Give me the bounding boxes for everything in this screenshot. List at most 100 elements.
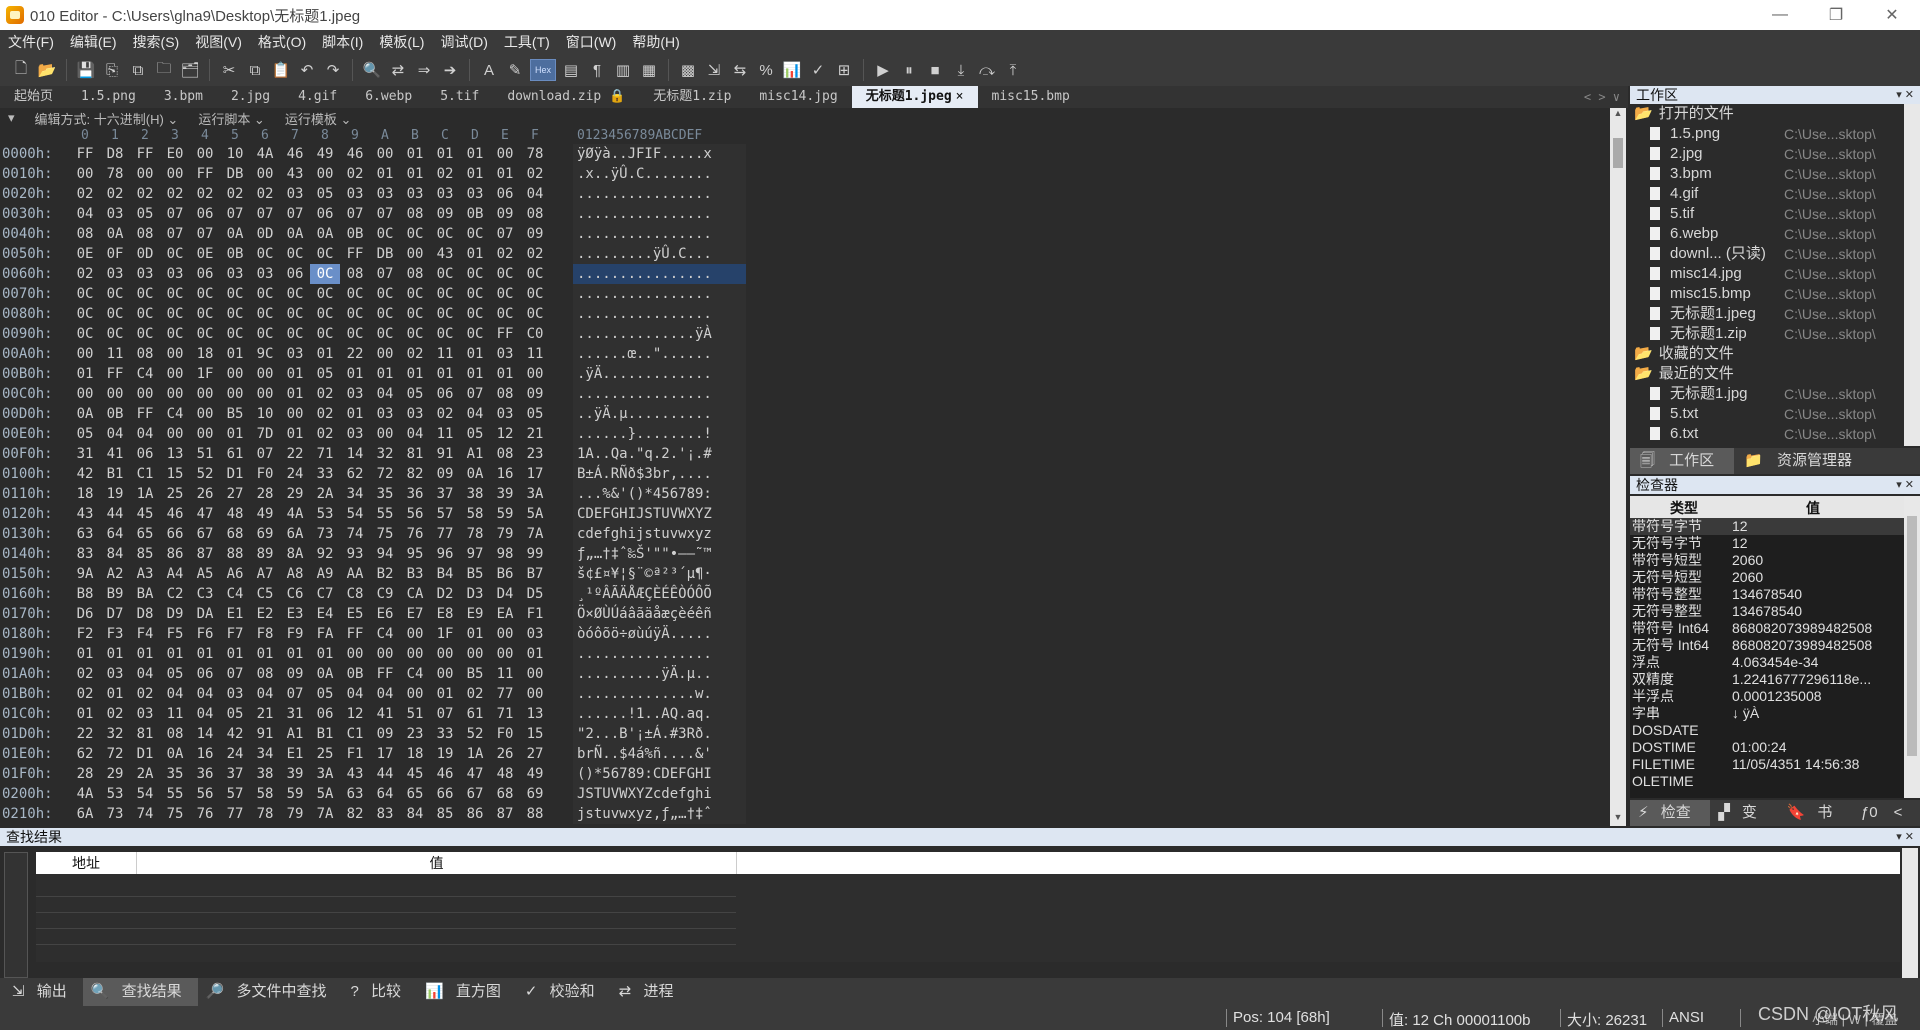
hex-byte[interactable]: 07: [370, 204, 400, 224]
hex-byte[interactable]: 0C: [400, 224, 430, 244]
goto-icon[interactable]: ➔: [439, 59, 461, 81]
hex-byte[interactable]: 87: [190, 544, 220, 564]
hex-byte[interactable]: 64: [370, 784, 400, 804]
hex-byte[interactable]: E4: [310, 604, 340, 624]
hex-byte[interactable]: 03: [520, 624, 550, 644]
hex-byte[interactable]: 10: [250, 404, 280, 424]
hex-byte[interactable]: 67: [190, 524, 220, 544]
hex-byte[interactable]: 61: [220, 444, 250, 464]
hex-byte[interactable]: 0C: [340, 324, 370, 344]
hex-byte[interactable]: 02: [430, 164, 460, 184]
hex-byte[interactable]: 02: [70, 184, 100, 204]
results-col-value[interactable]: 值: [136, 852, 736, 874]
hex-byte[interactable]: 02: [160, 184, 190, 204]
hex-byte[interactable]: 08: [400, 204, 430, 224]
hex-byte[interactable]: 0B: [340, 224, 370, 244]
hex-byte[interactable]: 78: [250, 804, 280, 824]
hex-byte[interactable]: 83: [70, 544, 100, 564]
hex-byte[interactable]: EA: [490, 604, 520, 624]
hex-byte[interactable]: 41: [100, 444, 130, 464]
hex-byte[interactable]: 00: [70, 344, 100, 364]
menu-edit[interactable]: 编辑(E): [70, 32, 117, 52]
hex-byte[interactable]: 01: [370, 364, 400, 384]
menu-window[interactable]: 窗口(W): [566, 32, 617, 52]
hex-byte[interactable]: 79: [490, 524, 520, 544]
tab-find-in-files[interactable]: 🔎 多文件中查找: [198, 978, 343, 1006]
hex-byte[interactable]: A3: [130, 564, 160, 584]
hex-byte[interactable]: 00: [250, 164, 280, 184]
hex-byte[interactable]: 62: [70, 744, 100, 764]
hex-byte[interactable]: FF: [130, 144, 160, 164]
ascii-text[interactable]: ¸¹ºÂÃÄÅÆÇÈÉÊÒÓÔÕ: [573, 584, 746, 604]
hex-byte[interactable]: 04: [130, 664, 160, 684]
hex-byte[interactable]: 49: [250, 504, 280, 524]
hex-row[interactable]: 0040h: 08 0A 08 07 07 0A 0D 0A 0A 0B 0C 0C 0C 0C 07 09..…: [0, 224, 760, 244]
hex-byte[interactable]: 98: [490, 544, 520, 564]
hex-row[interactable]: 00C0h: 00 00 00 00 00 00 00 01 02 03 04 05 06 07 08 09..…: [0, 384, 760, 404]
hex-byte[interactable]: 0C: [460, 224, 490, 244]
hex-byte[interactable]: 08: [250, 664, 280, 684]
hex-byte[interactable]: B9: [100, 584, 130, 604]
minimize-button[interactable]: —: [1752, 0, 1808, 30]
hex-byte[interactable]: 38: [460, 484, 490, 504]
hex-row[interactable]: 0100h: 42 B1 C1 15 52 D1 F0 24 33 62 72 82 09 0A 16 17 B±…: [0, 464, 760, 484]
undo-icon[interactable]: ↶: [296, 59, 318, 81]
hex-byte[interactable]: 01: [280, 364, 310, 384]
hex-byte[interactable]: 01: [400, 364, 430, 384]
hex-row[interactable]: 0150h: 9A A2 A3 A4 A5 A6 A7 A8 A9 AA B2 B3 B4 B5 B6 B7 š¢…: [0, 564, 760, 584]
tab-inspector[interactable]: ⚡ 检查器: [1630, 800, 1711, 847]
hex-byte[interactable]: 07: [160, 224, 190, 244]
hex-byte[interactable]: B4: [430, 564, 460, 584]
inspector-value[interactable]: 134678540: [1732, 586, 1802, 603]
hex-byte[interactable]: 24: [280, 464, 310, 484]
hex-byte[interactable]: 22: [340, 344, 370, 364]
hex-byte[interactable]: 06: [190, 664, 220, 684]
hex-byte[interactable]: 2A: [310, 484, 340, 504]
hex-byte[interactable]: 9A: [70, 564, 100, 584]
hex-byte[interactable]: 02: [520, 244, 550, 264]
hex-row[interactable]: 0190h: 01 01 01 01 01 01 01 01 01 00 00 00 00 00 00 01..…: [0, 644, 760, 664]
hex-byte[interactable]: 0A: [220, 224, 250, 244]
hex-byte[interactable]: 55: [160, 784, 190, 804]
run-icon[interactable]: ▶: [872, 59, 894, 81]
tab-1-5-png[interactable]: 1.5.png: [67, 86, 150, 108]
run-script-dropdown[interactable]: 运行脚本 ⌄: [198, 109, 265, 128]
hex-byte[interactable]: 08: [130, 224, 160, 244]
menu-search[interactable]: 搜索(S): [133, 32, 180, 52]
hex-byte[interactable]: 07: [490, 224, 520, 244]
hex-byte[interactable]: 73: [310, 524, 340, 544]
hex-byte[interactable]: 01: [460, 244, 490, 264]
hex-byte[interactable]: 16: [490, 464, 520, 484]
file-row[interactable]: 5.tif C:\Use...sktop\: [1630, 204, 1902, 224]
hex-byte[interactable]: 27: [520, 744, 550, 764]
inspector-value[interactable]: 868082073989482508: [1732, 620, 1872, 637]
hex-byte[interactable]: 74: [130, 804, 160, 824]
hex-byte[interactable]: 03: [490, 344, 520, 364]
hex-byte[interactable]: 32: [100, 724, 130, 744]
file-row[interactable]: 无标题1.jpg C:\Use...sktop\: [1630, 384, 1902, 404]
hex-byte[interactable]: 00: [190, 424, 220, 444]
hex-byte[interactable]: 82: [400, 464, 430, 484]
hex-byte[interactable]: 04: [520, 184, 550, 204]
hex-byte[interactable]: 07: [280, 204, 310, 224]
hex-byte[interactable]: B7: [520, 564, 550, 584]
hex-byte[interactable]: C1: [340, 724, 370, 744]
hex-byte[interactable]: 04: [130, 424, 160, 444]
columns-icon[interactable]: ▥: [612, 59, 634, 81]
ascii-text[interactable]: 1A..Qa."q.2.'¡.#: [573, 444, 746, 464]
hex-byte[interactable]: 0C: [160, 284, 190, 304]
hex-byte[interactable]: 12: [490, 424, 520, 444]
hex-byte[interactable]: A2: [100, 564, 130, 584]
hex-byte[interactable]: A8: [280, 564, 310, 584]
hex-byte[interactable]: 01: [490, 364, 520, 384]
hex-byte[interactable]: 01: [370, 164, 400, 184]
stop-icon[interactable]: ■: [924, 59, 946, 81]
ascii-text[interactable]: ................: [573, 384, 746, 404]
hex-byte[interactable]: 72: [100, 744, 130, 764]
hex-byte[interactable]: 92: [310, 544, 340, 564]
folder-row[interactable]: 📂 收藏的文件: [1630, 344, 1902, 364]
hex-byte[interactable]: 04: [370, 684, 400, 704]
hex-row[interactable]: 0070h: 0C 0C 0C 0C 0C 0C 0C 0C 0C 0C 0C 0C 0C 0C 0C 0C..…: [0, 284, 760, 304]
hex-byte[interactable]: 77: [220, 804, 250, 824]
hex-byte[interactable]: F9: [280, 624, 310, 644]
